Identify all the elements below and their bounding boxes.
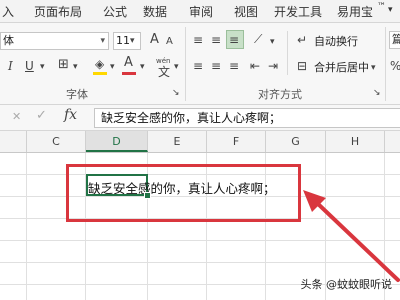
watermark: 头条 @蚊蚊眼听说 bbox=[300, 278, 393, 291]
annotation-arrow bbox=[303, 190, 400, 282]
